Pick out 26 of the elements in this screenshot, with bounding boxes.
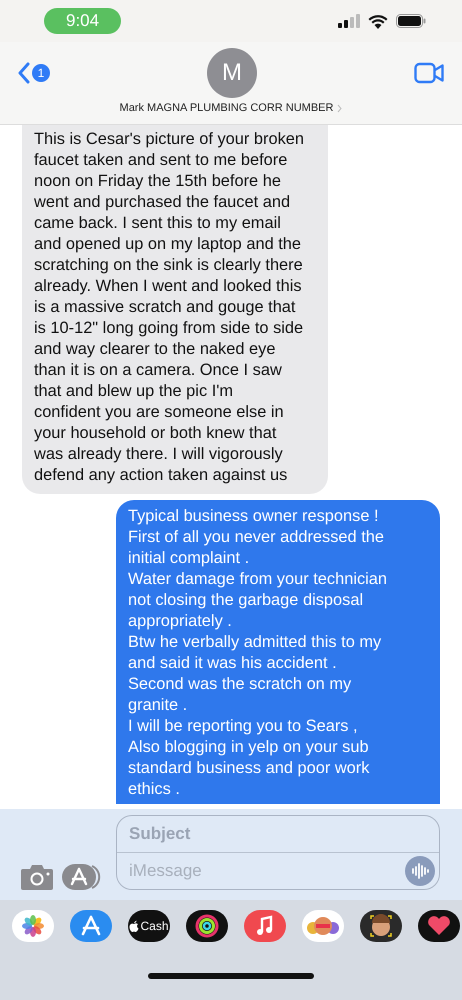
audio-waveform-icon[interactable] (405, 856, 435, 886)
activity-rings-icon[interactable] (186, 910, 228, 942)
app-store-icon[interactable] (62, 864, 102, 890)
received-message-bubble: This is Cesar's picture of your broken faucet taken and sent to me before noon on Friday the 15th before he went and purchased the faucet and came back. I sent this to my email and opened up on my laptop and the scratching on the sink is clearly there already. When I went and looked this is a massive scratch and gouge that is 10-12" long going from side to side and way clearer to the naked eye than it is on a camera. Once I saw that and blew up the pic I'm confident you are someone else in your household or both knew that was already there. I will vigorously defend any action taken against us (22, 125, 328, 494)
battery-icon (396, 14, 426, 28)
status-time: 9:04 (44, 8, 122, 34)
contact-name[interactable]: Mark MAGNA PLUMBING CORR NUMBER (120, 102, 334, 114)
apple-logo-icon (129, 920, 140, 932)
cash-app-button[interactable]: Cash (128, 910, 170, 942)
sent-message-bubble: Typical business owner response ! First of all you never addressed the initial complaint . Water damage from your technician not closing the garbage disposal appropriately . Btw he verbally admitted this to my and said it was his accident . Second was the scratch on my granite . I will be reporting you to Sears , Also blogging in yelp on your sub standard business and poor work ethics . (116, 500, 440, 804)
subject-field[interactable]: Subject (117, 816, 439, 853)
video-camera-icon[interactable] (414, 62, 444, 84)
photos-app-icon[interactable] (12, 910, 54, 942)
app-store-icon[interactable] (70, 910, 112, 942)
camera-icon[interactable] (20, 864, 54, 890)
back-button[interactable]: 1 (18, 62, 50, 84)
memoji-camera-icon[interactable] (360, 910, 402, 942)
chevron-left-icon (18, 62, 30, 84)
message-composer-field[interactable]: Subject iMessage (116, 815, 440, 890)
wifi-icon (368, 14, 388, 28)
memoji-stickers-icon[interactable] (302, 910, 344, 942)
music-note-icon[interactable] (244, 910, 286, 942)
signal-icon (338, 14, 360, 28)
chevron-right-icon (337, 104, 342, 112)
unread-badge: 1 (32, 64, 50, 82)
message-field[interactable]: iMessage (117, 853, 405, 889)
